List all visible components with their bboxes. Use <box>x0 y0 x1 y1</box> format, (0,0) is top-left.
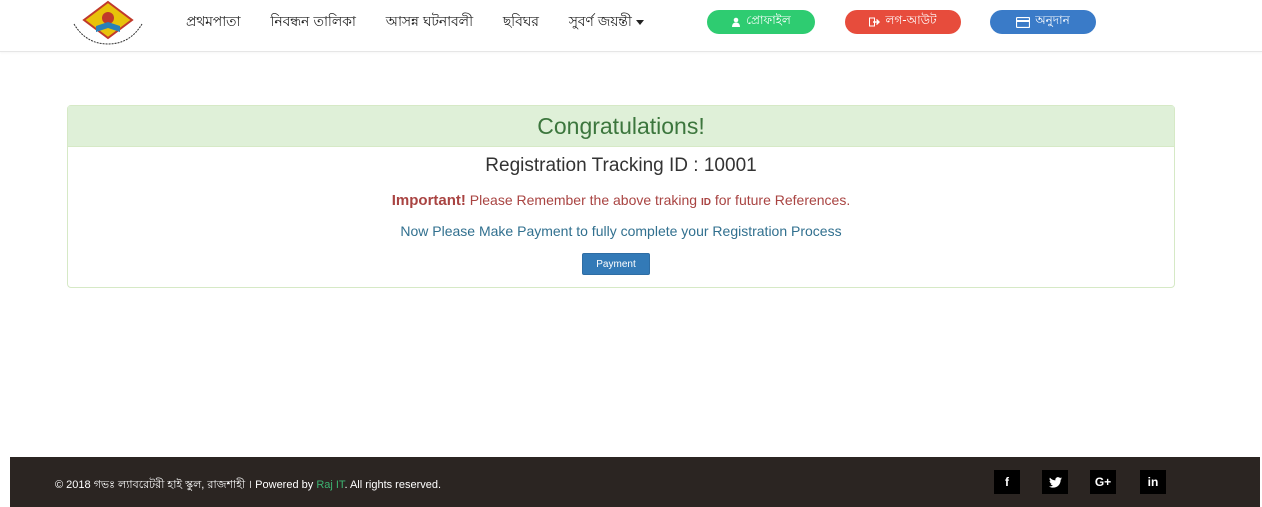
copyright-text: © 2018 গভঃ ল্যাবরেটরী হাই স্কুল, রাজশাহী… <box>55 476 441 495</box>
facebook-icon[interactable]: f <box>994 470 1020 494</box>
nav-gallery[interactable]: ছবিঘর <box>503 10 539 34</box>
google-plus-icon[interactable]: G+ <box>1090 470 1116 494</box>
profile-label: প্রোফাইল <box>746 13 791 27</box>
main-nav: প্রথমপাতা নিবন্ধন তালিকা আসন্ন ঘটনাবলী ছ… <box>186 0 644 44</box>
navbar: প্রথমপাতা নিবন্ধন তালিকা আসন্ন ঘটনাবলী ছ… <box>0 0 1262 52</box>
twitter-icon[interactable] <box>1042 470 1068 494</box>
panel-title: Congratulations! <box>537 112 705 139</box>
nav-golden-jubilee-label: সুবর্ণ জয়ন্তী <box>568 14 632 30</box>
payment-instruction: Now Please Make Payment to fully complet… <box>400 223 842 239</box>
nav-registration-list[interactable]: নিবন্ধন তালিকা <box>270 10 356 34</box>
important-text-2: for future References. <box>710 192 851 208</box>
user-icon <box>731 17 741 27</box>
panel-heading: Congratulations! <box>68 106 1174 147</box>
important-strong: Important! <box>391 192 466 209</box>
footer: © 2018 গভঃ ল্যাবরেটরী হাই স্কুল, রাজশাহী… <box>10 457 1260 507</box>
payment-button[interactable]: Payment <box>582 253 650 275</box>
donate-label: অনুদান <box>1035 13 1070 27</box>
nav-home[interactable]: প্রথমপাতা <box>186 10 241 34</box>
logout-button[interactable]: লগ-আউট <box>845 10 961 34</box>
credit-card-icon <box>1016 16 1031 28</box>
important-notice: Important! Please Remember the above tra… <box>68 192 1174 209</box>
copyright-suffix: . All rights reserved. <box>344 479 442 491</box>
profile-button[interactable]: প্রোফাইল <box>707 10 815 34</box>
success-panel: Congratulations! Registration Tracking I… <box>67 105 1175 288</box>
tracking-id-text: Registration Tracking ID : 10001 <box>485 155 757 176</box>
nav-golden-jubilee-dropdown[interactable]: সুবর্ণ জয়ন্তী <box>569 10 644 34</box>
logout-label: লগ-আউট <box>885 13 937 27</box>
school-logo[interactable] <box>66 0 156 48</box>
important-id: ID <box>700 197 711 208</box>
nav-upcoming-events[interactable]: আসন্ন ঘটনাবলী <box>386 10 473 34</box>
donate-button[interactable]: অনুদান <box>990 10 1096 34</box>
sign-out-icon <box>869 17 881 27</box>
raj-it-link[interactable]: Raj IT <box>316 479 344 491</box>
caret-down-icon <box>635 19 644 25</box>
linkedin-icon[interactable]: in <box>1140 470 1166 494</box>
important-text-1: Please Remember the above traking <box>465 192 701 208</box>
copyright-prefix: © 2018 গভঃ ল্যাবরেটরী হাই স্কুল, রাজশাহী… <box>55 479 317 491</box>
